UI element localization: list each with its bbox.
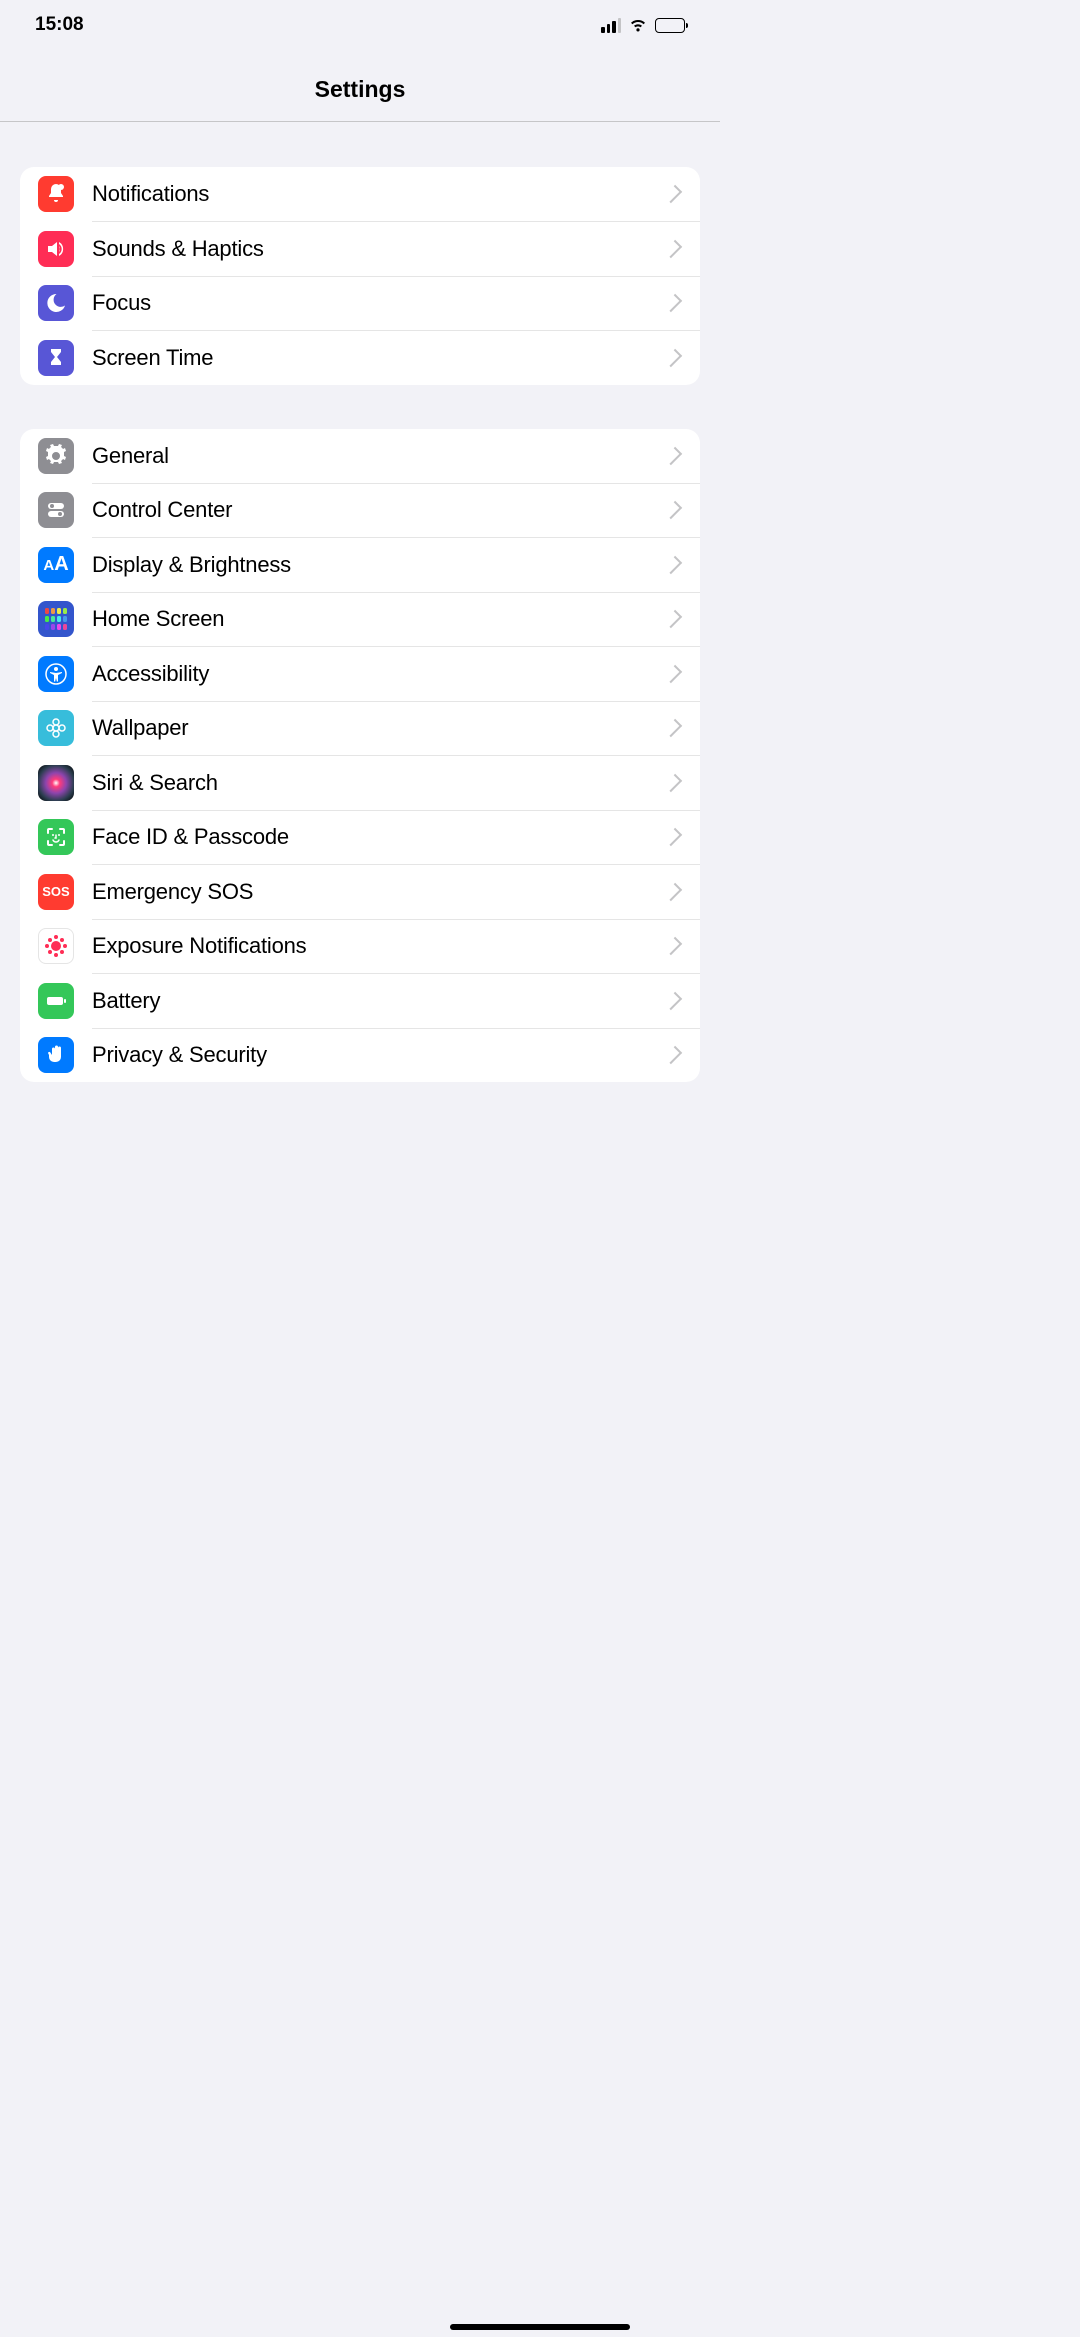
settings-row-home-screen[interactable]: Home Screen [20,592,700,646]
row-label: Exposure Notifications [92,933,668,959]
hourglass-icon [38,340,74,376]
home-indicator[interactable] [450,2324,630,2330]
row-label: Wallpaper [92,715,668,741]
settings-row-face-id-passcode[interactable]: Face ID & Passcode [20,810,700,864]
row-label: Control Center [92,497,668,523]
settings-group: Notifications Sounds & Haptics Focus Scr… [20,167,700,385]
text-size-icon: AA [38,547,74,583]
navigation-header: Settings [0,50,720,122]
grid-icon [38,601,74,637]
hand-icon [38,1037,74,1073]
sos-icon: SOS [38,874,74,910]
row-label: Face ID & Passcode [92,824,668,850]
row-label: Emergency SOS [92,879,668,905]
gear-icon [38,438,74,474]
row-label: Battery [92,988,668,1014]
row-label: Home Screen [92,606,668,632]
settings-row-exposure-notifications[interactable]: Exposure Notifications [20,919,700,973]
row-label: Privacy & Security [92,1042,668,1068]
accessibility-icon [38,656,74,692]
settings-row-general[interactable]: General [20,429,700,483]
settings-row-screen-time[interactable]: Screen Time [20,331,700,385]
row-label: Sounds & Haptics [92,236,668,262]
page-title: Settings [0,76,720,103]
battery-icon [655,18,685,33]
flower-icon [38,710,74,746]
settings-row-focus[interactable]: Focus [20,276,700,330]
status-indicators [601,18,685,33]
settings-row-siri-search[interactable]: Siri & Search [20,756,700,810]
settings-row-sounds-haptics[interactable]: Sounds & Haptics [20,222,700,276]
settings-row-wallpaper[interactable]: Wallpaper [20,701,700,755]
faceid-icon [38,819,74,855]
settings-row-emergency-sos[interactable]: SOS Emergency SOS [20,865,700,919]
settings-row-privacy-security[interactable]: Privacy & Security [20,1028,700,1082]
status-time: 15:08 [35,14,84,36]
row-label: General [92,443,668,469]
row-label: Siri & Search [92,770,668,796]
row-label: Display & Brightness [92,552,668,578]
exposure-icon [38,928,74,964]
switches-icon [38,492,74,528]
cellular-icon [601,18,621,33]
siri-icon [38,765,74,801]
settings-row-control-center[interactable]: Control Center [20,483,700,537]
battery-icon [38,983,74,1019]
speaker-icon [38,231,74,267]
bell-icon [38,176,74,212]
row-label: Focus [92,290,668,316]
settings-row-notifications[interactable]: Notifications [20,167,700,221]
row-label: Notifications [92,181,668,207]
settings-row-battery[interactable]: Battery [20,974,700,1028]
settings-row-accessibility[interactable]: Accessibility [20,647,700,701]
settings-row-display-brightness[interactable]: AA Display & Brightness [20,538,700,592]
settings-group: General Control Center AA Display & Brig… [20,429,700,1083]
row-label: Accessibility [92,661,668,687]
status-bar: 15:08 [0,0,720,50]
row-label: Screen Time [92,345,668,371]
moon-icon [38,285,74,321]
wifi-icon [628,18,648,33]
